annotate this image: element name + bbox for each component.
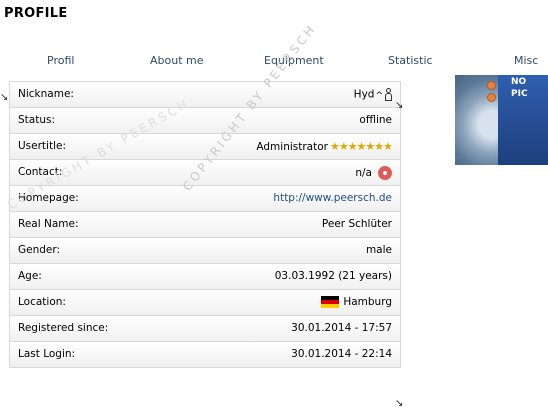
flower-icon[interactable] (378, 166, 392, 180)
location-value: Hamburg (343, 296, 392, 308)
person-icon (385, 88, 392, 101)
location-value-wrap: Hamburg (321, 296, 392, 308)
pointer-mark-icon: ↘ (0, 92, 9, 103)
tab-profil[interactable]: Profil (47, 54, 74, 67)
realname-label: Real Name: (18, 218, 79, 230)
registered-label: Registered since: (18, 322, 109, 334)
gender-value: male (365, 244, 392, 256)
contact-label: Contact: (18, 166, 63, 178)
avatar-no-pic: NO PIC (455, 75, 548, 165)
age-value: 03.03.1992 (21 years) (274, 270, 392, 282)
row-status: Status: offline (10, 108, 400, 134)
usertitle-value: Administrator (256, 141, 328, 153)
status-value: offline (359, 114, 392, 126)
lastlogin-value: 30.01.2014 - 22:14 (291, 348, 392, 360)
pointer-mark-icon: ↘ (395, 398, 404, 409)
nickname-value-wrap: Hyd^ (354, 88, 392, 101)
gender-label: Gender: (18, 244, 61, 256)
tab-about-me[interactable]: About me (150, 54, 204, 67)
registered-value: 30.01.2014 - 17:57 (291, 322, 392, 334)
profile-table: Nickname: Hyd^ Status: offline Usertitle… (9, 81, 401, 368)
profile-tabs: Profil About me Equipment Statistic Misc (0, 54, 548, 70)
location-label: Location: (18, 296, 66, 308)
homepage-label: Homepage: (18, 192, 79, 204)
row-gender: Gender: male (10, 238, 400, 264)
germany-flag-icon (321, 296, 340, 308)
avatar-dot-icon (487, 93, 496, 102)
avatar-dot-icon (487, 81, 496, 90)
row-nickname: Nickname: Hyd^ (10, 82, 400, 108)
row-lastlogin: Last Login: 30.01.2014 - 22:14 (10, 342, 400, 368)
row-usertitle: Usertitle: Administrator ★★★★★★★ (10, 134, 400, 160)
nickname-label: Nickname: (18, 88, 74, 100)
lastlogin-label: Last Login: (18, 348, 76, 360)
pointer-mark-icon: ↘ (395, 100, 404, 111)
age-label: Age: (18, 270, 42, 282)
row-registered: Registered since: 30.01.2014 - 17:57 (10, 316, 400, 342)
avatar-text-pic: PIC (511, 89, 528, 99)
rank-stars-icon: ★★★★★★★ (329, 140, 393, 153)
row-contact: Contact: n/a (10, 160, 400, 186)
tab-statistic[interactable]: Statistic (388, 54, 433, 67)
row-realname: Real Name: Peer Schlüter (10, 212, 400, 238)
page-title: PROFILE (4, 6, 68, 21)
usertitle-value-wrap: Administrator ★★★★★★★ (256, 140, 393, 153)
contact-value-wrap: n/a (355, 166, 392, 180)
row-location: Location: Hamburg (10, 290, 400, 316)
realname-value: Peer Schlüter (321, 218, 392, 230)
caret-up-icon: ^ (375, 90, 383, 101)
contact-value: n/a (355, 167, 372, 179)
nickname-value: Hyd (353, 88, 375, 101)
row-age: Age: 03.03.1992 (21 years) (10, 264, 400, 290)
homepage-link[interactable]: http://www.peersch.de (273, 192, 392, 204)
status-label: Status: (18, 114, 55, 126)
tab-equipment[interactable]: Equipment (264, 54, 324, 67)
avatar-text-no: NO (511, 77, 527, 87)
row-homepage: Homepage: http://www.peersch.de (10, 186, 400, 212)
tab-misc[interactable]: Misc (514, 54, 538, 67)
usertitle-label: Usertitle: (18, 140, 66, 152)
